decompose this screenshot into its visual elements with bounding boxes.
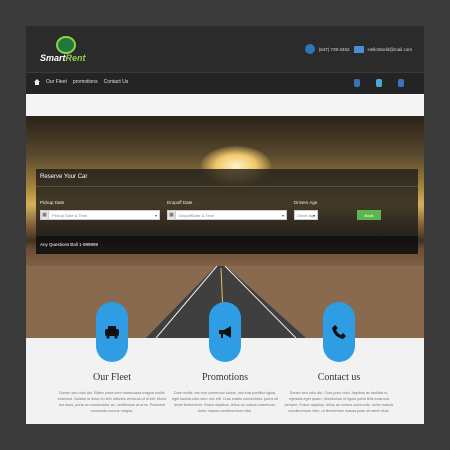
twitter-icon[interactable] <box>376 79 382 87</box>
book-button[interactable]: Book <box>357 210 381 220</box>
pickup-date-field[interactable]: ▦ Pickup Date & Time ▾ <box>40 210 160 220</box>
nav-item-promotions[interactable]: promotions <box>73 79 98 85</box>
age-label: Drivers Age <box>294 200 318 205</box>
call-label[interactable]: Call 1-999999 <box>70 242 98 247</box>
feature-title: Contact us <box>317 372 361 383</box>
dropoff-label: Dropoff Date <box>167 200 193 205</box>
questions-label: Any Questions ? <box>40 242 74 247</box>
feature-title: Our Fleet <box>92 372 132 383</box>
pickup-label: Pickup Date <box>40 200 65 205</box>
page-frame: SmartRent (647) 739-3462 HelloWorld@mail… <box>26 26 424 424</box>
features-section: Our Fleet Donec sed odio dui. Etiam port… <box>26 302 424 424</box>
nav-item-our-fleet[interactable]: Our Fleet <box>46 79 67 85</box>
feature-text: Donec sed odio dui. Cras justo odio, dap… <box>284 391 394 413</box>
dropoff-placeholder: DropoffDate & Time <box>179 212 215 218</box>
driver-age-select[interactable]: Driver Age ▾ <box>294 210 318 220</box>
pickup-placeholder: Pickup Date & Time <box>52 212 88 218</box>
header-phone: (647) 739-3462 <box>318 46 350 52</box>
facebook-icon[interactable] <box>354 79 360 87</box>
divider <box>36 186 418 187</box>
feature-promotions: Promotions Duis mollis, est non commodo … <box>170 302 280 424</box>
feature-title: Promotions <box>201 372 249 383</box>
phone-icon <box>304 44 315 54</box>
phone-icon[interactable] <box>323 302 355 362</box>
reserve-footer: Any Questions ? Call 1-999999 <box>36 236 418 254</box>
feature-text: Duis mollis, est non commodo luctus, nis… <box>171 391 279 413</box>
chevron-down-icon: ▾ <box>154 213 157 218</box>
social-links <box>354 79 404 87</box>
top-header: SmartRent (647) 739-3462 HelloWorld@mail… <box>26 26 424 72</box>
megaphone-icon[interactable] <box>209 302 241 362</box>
logo[interactable]: SmartRent <box>40 36 100 66</box>
car-icon[interactable] <box>96 302 128 362</box>
logo-mark <box>56 36 76 54</box>
header-email[interactable]: HelloWorld@mail.com <box>368 47 413 52</box>
contact-info: (647) 739-3462 HelloWorld@mail.com <box>304 41 413 57</box>
home-icon[interactable] <box>34 79 40 85</box>
logo-text: SmartRent <box>40 53 86 63</box>
mail-icon <box>353 45 364 53</box>
banner-spacer <box>26 94 424 116</box>
main-nav: Our Fleet promotions Contact Us <box>26 72 424 95</box>
chevron-down-icon: ▾ <box>281 213 284 218</box>
chevron-down-icon: ▾ <box>312 213 315 218</box>
feature-text: Donec sed odio dui. Etiam porta sem male… <box>57 391 167 413</box>
feature-our-fleet: Our Fleet Donec sed odio dui. Etiam port… <box>57 302 167 424</box>
reserve-title: Reserve Your Car <box>40 174 88 180</box>
reserve-panel: Reserve Your Car Pickup Date ▦ Pickup Da… <box>36 169 418 254</box>
feature-contact-us: Contact us Donec sed odio dui. Cras just… <box>284 302 394 424</box>
google-plus-icon[interactable] <box>398 79 404 87</box>
calendar-icon: ▦ <box>41 211 49 219</box>
dropoff-date-field[interactable]: ▦ DropoffDate & Time ▾ <box>167 210 287 220</box>
nav-item-contact-us[interactable]: Contact Us <box>104 79 129 85</box>
calendar-icon: ▦ <box>168 211 176 219</box>
